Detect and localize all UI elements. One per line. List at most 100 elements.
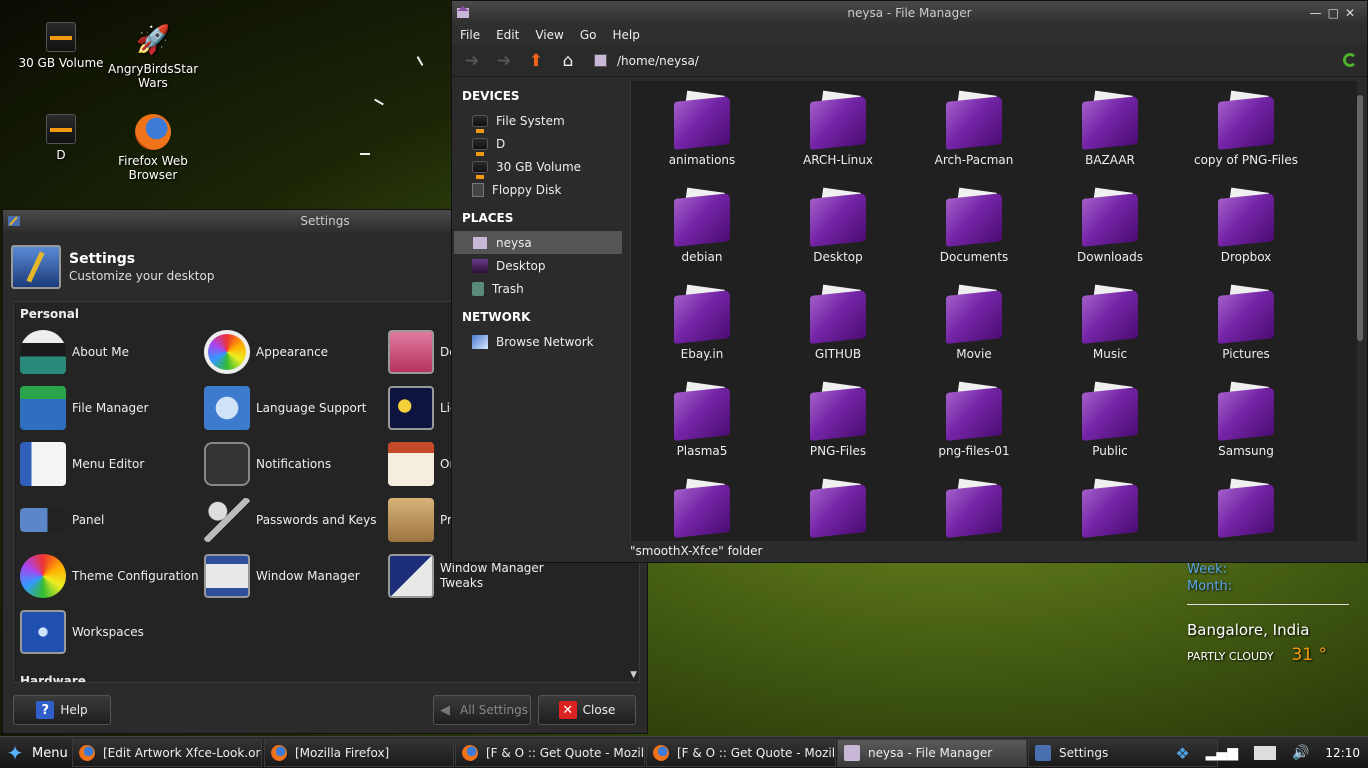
task-mozilla-firefox[interactable]: [Mozilla Firefox]	[264, 739, 454, 767]
close-icon[interactable]: ✕	[1345, 6, 1361, 20]
trash-icon	[472, 281, 484, 296]
settings-item-language-support[interactable]: Language Support	[204, 384, 389, 432]
file-item[interactable]	[1045, 478, 1175, 541]
sidebar-item-neysa[interactable]: neysa	[454, 231, 622, 254]
file-item[interactable]: Movie	[909, 284, 1039, 361]
dropbox-icon[interactable]: ❖	[1175, 744, 1189, 763]
sidebar-item-floppy-disk[interactable]: Floppy Disk	[454, 178, 622, 201]
file-item[interactable]	[637, 478, 767, 541]
desktop-icon-label: 30 GB Volume	[18, 56, 104, 70]
menu-file[interactable]: File	[460, 28, 480, 42]
scrollbar-thumb[interactable]	[1357, 95, 1363, 341]
file-item[interactable]: GITHUB	[773, 284, 903, 361]
scroll-down-arrow-icon[interactable]: ▼	[630, 670, 637, 680]
panel-icon	[20, 508, 66, 532]
forward-arrow-icon[interactable]: ➔	[492, 50, 516, 72]
settings-item-notifications[interactable]: Notifications	[204, 440, 389, 488]
settings-item-passwords-keys[interactable]: Passwords and Keys	[204, 496, 389, 544]
all-settings-button[interactable]: ◀ All Settings	[433, 695, 531, 725]
file-item[interactable]: Plasma5	[637, 381, 767, 458]
file-item[interactable]: Ebay.in	[637, 284, 767, 361]
sidebar-item-file-system[interactable]: File System	[454, 109, 622, 133]
devices-header: DEVICES	[462, 89, 520, 103]
settings-item-workspaces[interactable]: Workspaces	[20, 608, 205, 656]
sidebar-item-label: File System	[496, 113, 565, 128]
file-item[interactable]: debian	[637, 187, 767, 264]
clock[interactable]: 12:10	[1325, 746, 1360, 760]
file-manager-titlebar[interactable]: neysa - File Manager —□✕	[452, 1, 1367, 25]
desktop-icon-30gb-volume[interactable]: 30 GB Volume	[16, 22, 106, 70]
volume-icon[interactable]: 🔊	[1292, 745, 1309, 761]
settings-item-file-manager[interactable]: File Manager	[20, 384, 205, 432]
settings-item-about-me[interactable]: About Me	[20, 328, 205, 376]
settings-item-panel[interactable]: Panel	[20, 496, 205, 544]
system-tray: ❖ ▂▄▆ 🔊 12:10	[1167, 737, 1368, 768]
refresh-icon[interactable]	[1343, 53, 1357, 67]
settings-item-appearance[interactable]: Appearance	[204, 328, 389, 376]
back-arrow-icon[interactable]: ➔	[460, 50, 484, 72]
file-item[interactable]: Documents	[909, 187, 1039, 264]
sidebar-item-30gb-volume[interactable]: 30 GB Volume	[454, 155, 622, 179]
file-item[interactable]: animations	[637, 90, 767, 167]
settings-item-label: Panel	[72, 512, 105, 527]
help-icon: ?	[36, 701, 55, 719]
settings-item-menu-editor[interactable]: Menu Editor	[20, 440, 205, 488]
week-label: Week:	[1187, 562, 1227, 577]
settings-item-theme-configuration[interactable]: Theme Configuration	[20, 552, 205, 600]
file-item[interactable]: png-files-01	[909, 381, 1039, 458]
file-item[interactable]: Dropbox	[1181, 187, 1311, 264]
menu-button[interactable]: ✦ Menu	[4, 737, 68, 768]
up-arrow-icon[interactable]: ⬆	[524, 50, 548, 72]
menu-help[interactable]: Help	[612, 28, 639, 42]
sidebar-item-browse-network[interactable]: Browse Network	[454, 330, 622, 353]
desktop-icon-angrybirds[interactable]: 🚀 AngryBirdsStar Wars	[108, 22, 198, 90]
file-item[interactable]: Public	[1045, 381, 1175, 458]
file-item[interactable]: copy of PNG-Files	[1181, 90, 1311, 167]
sidebar-item-label: Trash	[492, 281, 524, 296]
file-item[interactable]	[1181, 478, 1311, 541]
task-file-manager[interactable]: neysa - File Manager	[837, 739, 1027, 767]
file-item[interactable]: Desktop	[773, 187, 903, 264]
task-fo-get-quote-2[interactable]: [F & O :: Get Quote - Mozilla ...	[646, 739, 836, 767]
menu-edit[interactable]: Edit	[496, 28, 519, 42]
file-item[interactable]: Music	[1045, 284, 1175, 361]
task-fo-get-quote-1[interactable]: [F & O :: Get Quote - Mozilla ...	[455, 739, 645, 767]
sidebar-item-label: neysa	[496, 235, 532, 250]
folder-body	[946, 290, 1002, 344]
help-button[interactable]: ? Help	[13, 695, 111, 725]
location-bar[interactable]: /home/neysa/	[594, 54, 699, 68]
sidebar-item-desktop[interactable]: Desktop	[454, 254, 622, 277]
maximize-icon[interactable]: □	[1328, 6, 1345, 20]
file-item[interactable]	[909, 478, 1039, 541]
menu-button-label: Menu	[32, 745, 68, 761]
file-item[interactable]: PNG-Files	[773, 381, 903, 458]
menu-view[interactable]: View	[535, 28, 563, 42]
file-item[interactable]: ARCH-Linux	[773, 90, 903, 167]
home-folder-icon	[594, 54, 607, 67]
close-button[interactable]: ✕ Close	[538, 695, 636, 725]
firefox-icon	[135, 114, 171, 150]
file-item[interactable]: Arch-Pacman	[909, 90, 1039, 167]
keyboard-icon[interactable]	[1253, 746, 1276, 760]
task-label: [F & O :: Get Quote - Mozilla ...	[677, 746, 836, 760]
file-item[interactable]	[773, 478, 903, 541]
file-item[interactable]: Pictures	[1181, 284, 1311, 361]
desktop-icon-firefox[interactable]: Firefox Web Browser	[108, 114, 198, 182]
window-controls: —□✕	[1310, 1, 1361, 25]
keys-icon	[204, 498, 250, 542]
settings-item-window-manager[interactable]: Window Manager	[204, 552, 389, 600]
signal-bars-icon[interactable]: ▂▄▆	[1206, 745, 1238, 761]
file-grid-scrollbar[interactable]	[1355, 81, 1365, 541]
file-item[interactable]: BAZAAR	[1045, 90, 1175, 167]
task-edit-artwork[interactable]: [Edit Artwork Xfce-Look.org - ...	[72, 739, 262, 767]
desktop-icon-d[interactable]: D	[16, 114, 106, 162]
minimize-icon[interactable]: —	[1310, 6, 1328, 20]
file-item-label: Pictures	[1222, 347, 1270, 361]
menu-go[interactable]: Go	[580, 28, 597, 42]
sidebar-item-d[interactable]: D	[454, 132, 622, 156]
file-item[interactable]: Samsung	[1181, 381, 1311, 458]
file-item-label: Arch-Pacman	[934, 153, 1014, 167]
home-icon[interactable]: ⌂	[556, 50, 580, 72]
file-item[interactable]: Downloads	[1045, 187, 1175, 264]
sidebar-item-trash[interactable]: Trash	[454, 277, 622, 300]
